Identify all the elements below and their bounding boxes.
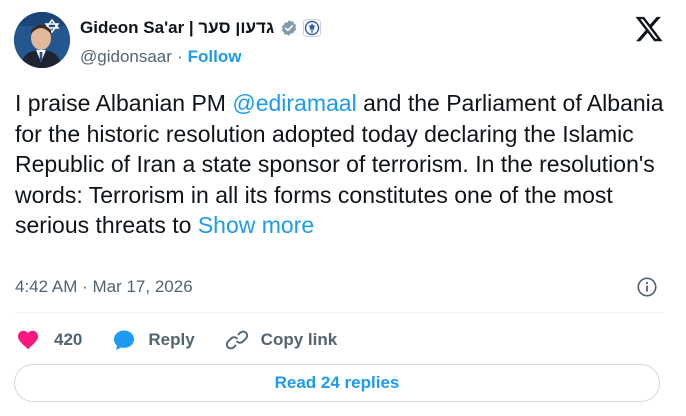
link-icon xyxy=(225,330,248,350)
tweet-header: Gideon Sa'ar | גדעון סער @gidonsaar · Fo… xyxy=(14,12,672,72)
tweet-text-start: I praise Albanian PM xyxy=(15,90,233,116)
reply-bubble-icon xyxy=(114,330,135,350)
tweet-timestamp[interactable]: 4:42 AM · Mar 17, 2026 xyxy=(15,277,193,297)
follow-button[interactable]: Follow xyxy=(188,47,242,67)
separator-dot: · xyxy=(176,47,183,66)
tweet-text: I praise Albanian PM @ediramaal and the … xyxy=(15,88,665,241)
copy-link-button[interactable]: Copy link xyxy=(225,328,338,352)
handle[interactable]: @gidonsaar xyxy=(80,47,172,67)
mention-link[interactable]: @ediramaal xyxy=(232,90,356,116)
heart-icon xyxy=(18,330,38,350)
read-replies-label: Read 24 replies xyxy=(274,373,400,392)
israel-emblem-icon[interactable] xyxy=(303,19,322,37)
reply-button[interactable]: Reply xyxy=(112,328,195,352)
read-replies-button[interactable]: Read 24 replies xyxy=(14,364,660,402)
avatar[interactable] xyxy=(14,12,70,68)
action-bar: 420 Reply Copy link xyxy=(16,326,367,354)
divider xyxy=(14,312,664,313)
reply-label: Reply xyxy=(148,330,195,349)
show-more-link[interactable]: Show more xyxy=(198,212,314,238)
like-button[interactable]: 420 xyxy=(16,328,82,352)
copy-link-label: Copy link xyxy=(260,330,338,349)
display-name[interactable]: Gideon Sa'ar | גדעון סער xyxy=(80,18,274,38)
like-count: 420 xyxy=(54,330,83,349)
author-info: Gideon Sa'ar | גדעון סער @gidonsaar · Fo… xyxy=(80,16,322,67)
info-icon[interactable] xyxy=(636,276,658,298)
x-logo-icon[interactable] xyxy=(634,14,664,44)
verified-badge-icon[interactable] xyxy=(280,19,298,37)
